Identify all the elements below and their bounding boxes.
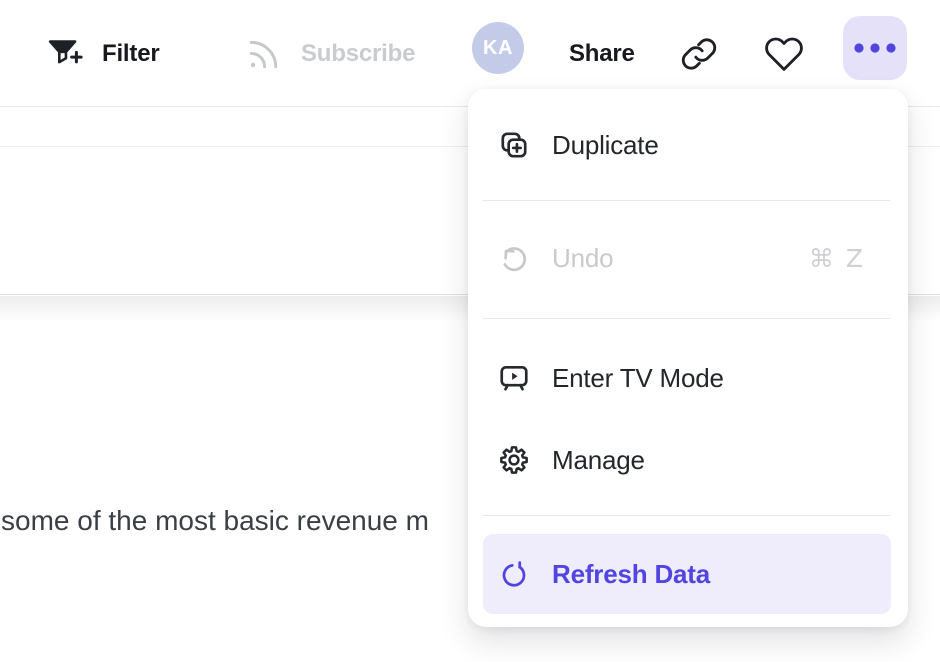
tv-icon (498, 362, 530, 394)
heart-icon (764, 34, 804, 74)
refresh-icon (498, 558, 530, 590)
rss-icon (244, 35, 282, 73)
menu-item-label: Enter TV Mode (552, 363, 724, 394)
avatar[interactable]: KA (472, 22, 524, 74)
duplicate-icon (498, 129, 530, 161)
menu-item-duplicate[interactable]: Duplicate (483, 104, 891, 186)
menu-item-refresh-data[interactable]: Refresh Data (483, 534, 891, 614)
menu-item-undo[interactable]: Undo ⌘ Z (483, 217, 891, 299)
more-options-menu: Duplicate Undo ⌘ Z Enter TV M (468, 89, 908, 627)
menu-item-label: Duplicate (552, 130, 659, 161)
avatar-initials: KA (483, 37, 513, 60)
menu-item-enter-tv-mode[interactable]: Enter TV Mode (483, 337, 891, 419)
menu-divider (482, 200, 890, 201)
menu-divider (482, 318, 890, 319)
app-window: some of the most basic revenue m Filter … (0, 0, 940, 662)
menu-item-label: Undo (552, 243, 613, 274)
background-text: some of the most basic revenue m (1, 503, 429, 539)
subscribe-button[interactable]: Subscribe (244, 0, 415, 107)
shortcut-label: ⌘ Z (809, 244, 865, 273)
filter-button[interactable]: Filter (46, 0, 159, 107)
link-icon (680, 35, 718, 73)
menu-divider (482, 515, 890, 516)
menu-item-label: Manage (552, 445, 645, 476)
share-label: Share (569, 40, 635, 68)
filter-label: Filter (102, 40, 159, 68)
menu-item-manage[interactable]: Manage (483, 419, 891, 501)
gear-icon (498, 444, 530, 476)
filter-plus-icon (46, 35, 84, 73)
more-options-button[interactable] (843, 16, 907, 80)
ellipsis-icon (853, 42, 897, 54)
menu-item-label: Refresh Data (552, 559, 710, 590)
undo-icon (498, 242, 530, 274)
subscribe-label: Subscribe (301, 40, 415, 68)
